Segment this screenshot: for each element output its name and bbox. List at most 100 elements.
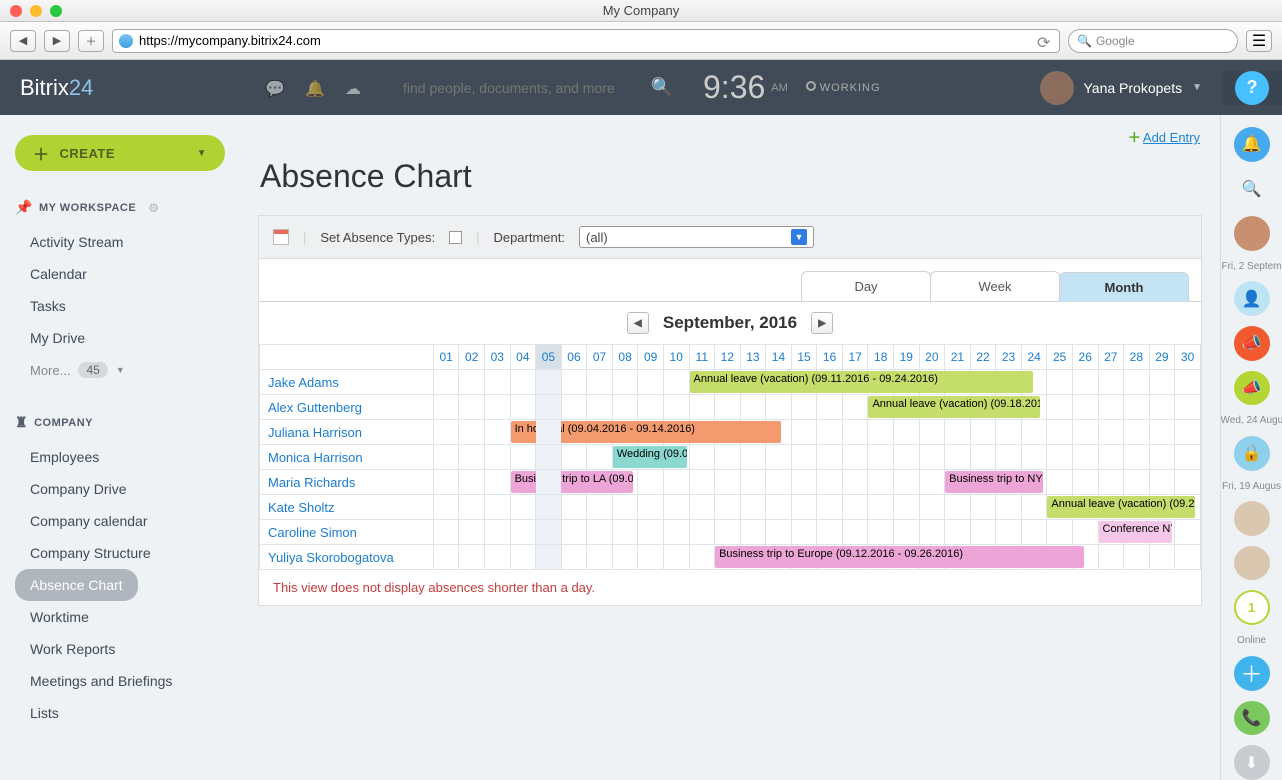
plus-icon: ＋ bbox=[33, 141, 50, 165]
chevron-down-icon: ▼ bbox=[116, 365, 125, 375]
section-workspace: 📌 MY WORKSPACE ⚙ bbox=[15, 199, 225, 216]
search-icon[interactable]: 🔍 bbox=[651, 77, 673, 98]
sidebar-item[interactable]: Worktime bbox=[15, 601, 225, 633]
rail-search-button[interactable]: 🔍 bbox=[1234, 172, 1270, 207]
address-bar[interactable]: ⟳ bbox=[112, 29, 1060, 53]
clock[interactable]: 9:36 AM WORKING bbox=[703, 69, 881, 106]
sidebar-item[interactable]: Employees bbox=[15, 441, 225, 473]
browser-toolbar: ◀ ▶ ＋ ⟳ 🔍 Google ☰ bbox=[0, 22, 1282, 60]
minimize-icon[interactable] bbox=[30, 5, 42, 17]
lock-icon[interactable]: 🔒 bbox=[1234, 436, 1270, 471]
prev-month-button[interactable]: ◀ bbox=[627, 312, 649, 334]
zoom-icon[interactable] bbox=[50, 5, 62, 17]
cloud-icon[interactable]: ☁ bbox=[345, 79, 363, 97]
sidebar-item[interactable]: Company Structure bbox=[15, 537, 225, 569]
download-button[interactable]: ⬇ bbox=[1234, 745, 1270, 780]
avatar[interactable] bbox=[1234, 216, 1270, 251]
record-icon bbox=[806, 81, 816, 91]
sidebar-more[interactable]: More... 45 ▼ bbox=[15, 354, 225, 386]
phone-button[interactable]: 📞 bbox=[1234, 701, 1270, 736]
next-month-button[interactable]: ▶ bbox=[811, 312, 833, 334]
plus-icon: ＋ bbox=[1128, 130, 1141, 145]
bell-icon[interactable]: 🔔 bbox=[305, 79, 323, 97]
logo[interactable]: Bitrix24 bbox=[0, 75, 240, 101]
sidebar-item[interactable]: Lists bbox=[15, 697, 225, 729]
note-text: This view does not display absences shor… bbox=[259, 570, 1201, 605]
chat-icon[interactable]: 💬 bbox=[265, 79, 283, 97]
dept-label: Department: bbox=[493, 230, 565, 245]
user-menu[interactable]: Yana Prokopets ▼ bbox=[1040, 71, 1223, 105]
help-button[interactable]: ? bbox=[1235, 71, 1269, 105]
right-rail: 🔔 🔍 Fri, 2 Septem 👤 📣 📣 Wed, 24 Augu 🔒 F… bbox=[1220, 115, 1282, 780]
online-count[interactable]: 1 bbox=[1234, 590, 1270, 625]
time-value: 9:36 bbox=[703, 69, 765, 106]
sidebar-item[interactable]: Calendar bbox=[15, 258, 225, 290]
reload-icon[interactable]: ⟳ bbox=[1037, 33, 1053, 49]
page-title: Absence Chart bbox=[240, 158, 1220, 215]
employee-name[interactable]: Kate Sholtz bbox=[260, 495, 434, 520]
sidebar-item[interactable]: Company calendar bbox=[15, 505, 225, 537]
date-label: Wed, 24 Augu bbox=[1221, 415, 1282, 426]
mac-titlebar: My Company bbox=[0, 0, 1282, 22]
help-panel: ? bbox=[1222, 71, 1282, 105]
user-icon[interactable]: 👤 bbox=[1234, 281, 1270, 316]
more-count: 45 bbox=[78, 362, 107, 378]
employee-name[interactable]: Alex Guttenberg bbox=[260, 395, 434, 420]
sidebar-item[interactable]: Meetings and Briefings bbox=[15, 665, 225, 697]
menu-button[interactable]: ☰ bbox=[1246, 30, 1272, 52]
browser-search[interactable]: 🔍 Google bbox=[1068, 29, 1238, 53]
absence-grid: 0102030405060708091011121314151617181920… bbox=[259, 344, 1201, 570]
castle-icon: ♜ bbox=[15, 414, 28, 431]
calendar-header: ◀ September, 2016 ▶ bbox=[259, 302, 1201, 344]
filter-bar: | Set Absence Types: | Department: (all)… bbox=[259, 216, 1201, 259]
notifications-button[interactable]: 🔔 bbox=[1234, 127, 1270, 162]
avatar bbox=[1040, 71, 1074, 105]
types-label: Set Absence Types: bbox=[320, 230, 435, 245]
sidebar-item[interactable]: Absence Chart bbox=[15, 569, 138, 601]
app-header: Bitrix24 💬 🔔 ☁ 🔍 9:36 AM WORKING Yana Pr… bbox=[0, 60, 1282, 115]
tab-month[interactable]: Month bbox=[1059, 272, 1189, 302]
close-icon[interactable] bbox=[10, 5, 22, 17]
employee-name[interactable]: Caroline Simon bbox=[260, 520, 434, 545]
url-input[interactable] bbox=[139, 33, 1031, 48]
types-checkbox[interactable] bbox=[449, 231, 462, 244]
search-placeholder: Google bbox=[1096, 34, 1135, 48]
employee-name[interactable]: Jake Adams bbox=[260, 370, 434, 395]
employee-name[interactable]: Maria Richards bbox=[260, 470, 434, 495]
add-entry[interactable]: ＋Add Entry bbox=[240, 115, 1220, 158]
calendar-icon[interactable] bbox=[273, 229, 289, 245]
sidebar-item[interactable]: My Drive bbox=[15, 322, 225, 354]
section-company: ♜ COMPANY bbox=[15, 414, 225, 431]
employee-name[interactable]: Monica Harrison bbox=[260, 445, 434, 470]
app-search[interactable]: 🔍 bbox=[403, 77, 673, 98]
sidebar-item[interactable]: Tasks bbox=[15, 290, 225, 322]
time-ampm: AM bbox=[771, 82, 788, 94]
forward-button[interactable]: ▶ bbox=[44, 30, 70, 52]
announce-icon[interactable]: 📣 bbox=[1234, 326, 1270, 361]
employee-name[interactable]: Juliana Harrison bbox=[260, 420, 434, 445]
username: Yana Prokopets bbox=[1084, 80, 1183, 96]
avatar[interactable] bbox=[1234, 501, 1270, 536]
tab-day[interactable]: Day bbox=[801, 271, 931, 301]
create-button[interactable]: ＋ CREATE ▼ bbox=[15, 135, 225, 171]
app-search-input[interactable] bbox=[403, 80, 641, 96]
employee-name[interactable]: Yuliya Skorobogatova bbox=[260, 545, 434, 570]
chart-card: | Set Absence Types: | Department: (all)… bbox=[258, 215, 1202, 606]
header-icons: 💬 🔔 ☁ bbox=[240, 79, 363, 97]
search-icon: 🔍 bbox=[1077, 34, 1092, 48]
sidebar-item[interactable]: Company Drive bbox=[15, 473, 225, 505]
dropdown-icon: ▼ bbox=[791, 229, 807, 245]
sidebar-item[interactable]: Activity Stream bbox=[15, 226, 225, 258]
department-select[interactable]: (all) ▼ bbox=[579, 226, 814, 248]
sidebar-item[interactable]: Work Reports bbox=[15, 633, 225, 665]
period-label: September, 2016 bbox=[663, 313, 797, 333]
avatar[interactable] bbox=[1234, 546, 1270, 581]
back-button[interactable]: ◀ bbox=[10, 30, 36, 52]
gear-icon[interactable]: ⚙ bbox=[148, 201, 159, 215]
main-content: ＋Add Entry Absence Chart | Set Absence T… bbox=[240, 115, 1220, 780]
add-button[interactable]: ＋ bbox=[1234, 656, 1270, 691]
tab-week[interactable]: Week bbox=[930, 271, 1060, 301]
announce2-icon[interactable]: 📣 bbox=[1234, 371, 1270, 406]
traffic-lights bbox=[0, 5, 62, 17]
add-button[interactable]: ＋ bbox=[78, 30, 104, 52]
